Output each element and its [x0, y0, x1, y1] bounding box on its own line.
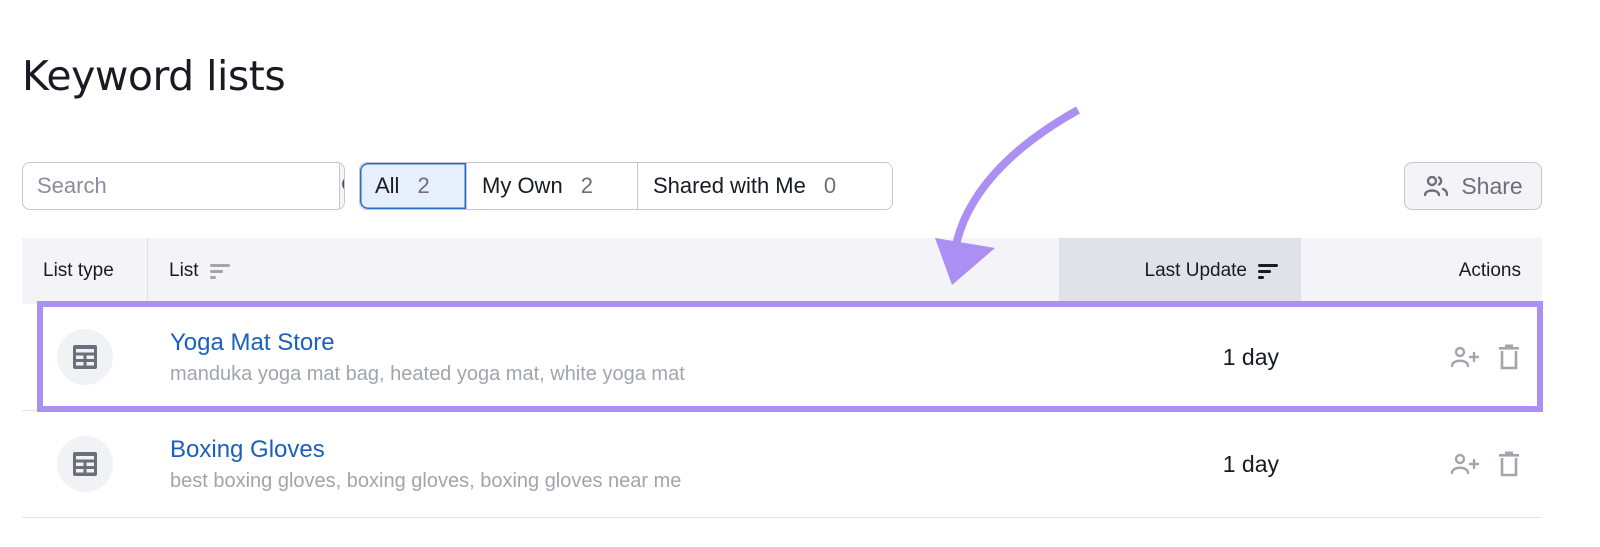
- filter-tabs: All 2 My Own 2 Shared with Me 0: [359, 162, 893, 210]
- last-update-cell: 1 day: [1222, 343, 1279, 370]
- page-title: Keyword lists: [22, 52, 286, 100]
- table-icon: [73, 452, 97, 476]
- table-header: List type List Last Update Actions: [22, 238, 1542, 304]
- search-input[interactable]: [23, 163, 339, 209]
- trash-icon: [1499, 451, 1519, 477]
- table-icon: [73, 345, 97, 369]
- trash-icon: [1499, 344, 1519, 370]
- search-icon: [342, 179, 344, 189]
- column-list[interactable]: List: [148, 238, 1059, 304]
- tab-label: Shared with Me: [653, 173, 806, 198]
- column-actions: Actions: [1301, 238, 1542, 304]
- sort-icon[interactable]: [209, 262, 231, 280]
- actions-cell: [1301, 451, 1542, 477]
- tab-count: 2: [580, 173, 593, 198]
- share-label: Share: [1461, 172, 1523, 199]
- tab-label: All: [375, 173, 400, 198]
- column-label: List type: [43, 260, 114, 281]
- list-type-cell: [22, 329, 148, 385]
- tab-all[interactable]: All 2: [360, 163, 466, 209]
- delete-list-button[interactable]: [1498, 344, 1520, 370]
- actions-cell: [1301, 344, 1542, 370]
- list-keywords: best boxing gloves, boxing gloves, boxin…: [170, 469, 682, 492]
- column-list-type: List type: [22, 238, 148, 304]
- sort-active-icon[interactable]: [1257, 262, 1279, 280]
- table-row: Boxing Gloves best boxing gloves, boxing…: [22, 411, 1542, 518]
- search-button[interactable]: [339, 163, 344, 209]
- table-row: Yoga Mat Store manduka yoga mat bag, hea…: [22, 304, 1542, 411]
- list-type-cell: [22, 436, 148, 492]
- tab-label: My Own: [482, 173, 563, 198]
- list-type-badge: [57, 436, 113, 492]
- list-name-link[interactable]: Yoga Mat Store: [170, 329, 335, 357]
- add-user-icon: [1450, 346, 1480, 368]
- column-label: List: [169, 260, 199, 281]
- share-list-button[interactable]: [1450, 345, 1480, 369]
- delete-list-button[interactable]: [1498, 451, 1520, 477]
- share-button[interactable]: Share: [1404, 162, 1542, 210]
- tab-count: 2: [417, 173, 430, 198]
- list-keywords: manduka yoga mat bag, heated yoga mat, w…: [170, 362, 685, 385]
- column-last-update[interactable]: Last Update: [1059, 238, 1301, 304]
- tab-my-own[interactable]: My Own 2: [466, 163, 637, 209]
- search-box: [22, 162, 345, 210]
- users-icon: [1424, 175, 1449, 197]
- column-label: Last Update: [1144, 260, 1247, 281]
- list-type-badge: [57, 329, 113, 385]
- last-update-cell: 1 day: [1222, 450, 1279, 477]
- list-cell: Boxing Gloves best boxing gloves, boxing…: [148, 436, 1059, 493]
- add-user-icon: [1450, 453, 1480, 475]
- list-cell: Yoga Mat Store manduka yoga mat bag, hea…: [148, 329, 1059, 386]
- tab-count: 0: [823, 173, 837, 198]
- column-label: Actions: [1458, 260, 1521, 281]
- keyword-lists-table: List type List Last Update Actions Yoga …: [22, 238, 1542, 518]
- list-name-link[interactable]: Boxing Gloves: [170, 436, 325, 464]
- share-list-button[interactable]: [1450, 452, 1480, 476]
- tab-shared-with-me[interactable]: Shared with Me 0: [637, 163, 892, 209]
